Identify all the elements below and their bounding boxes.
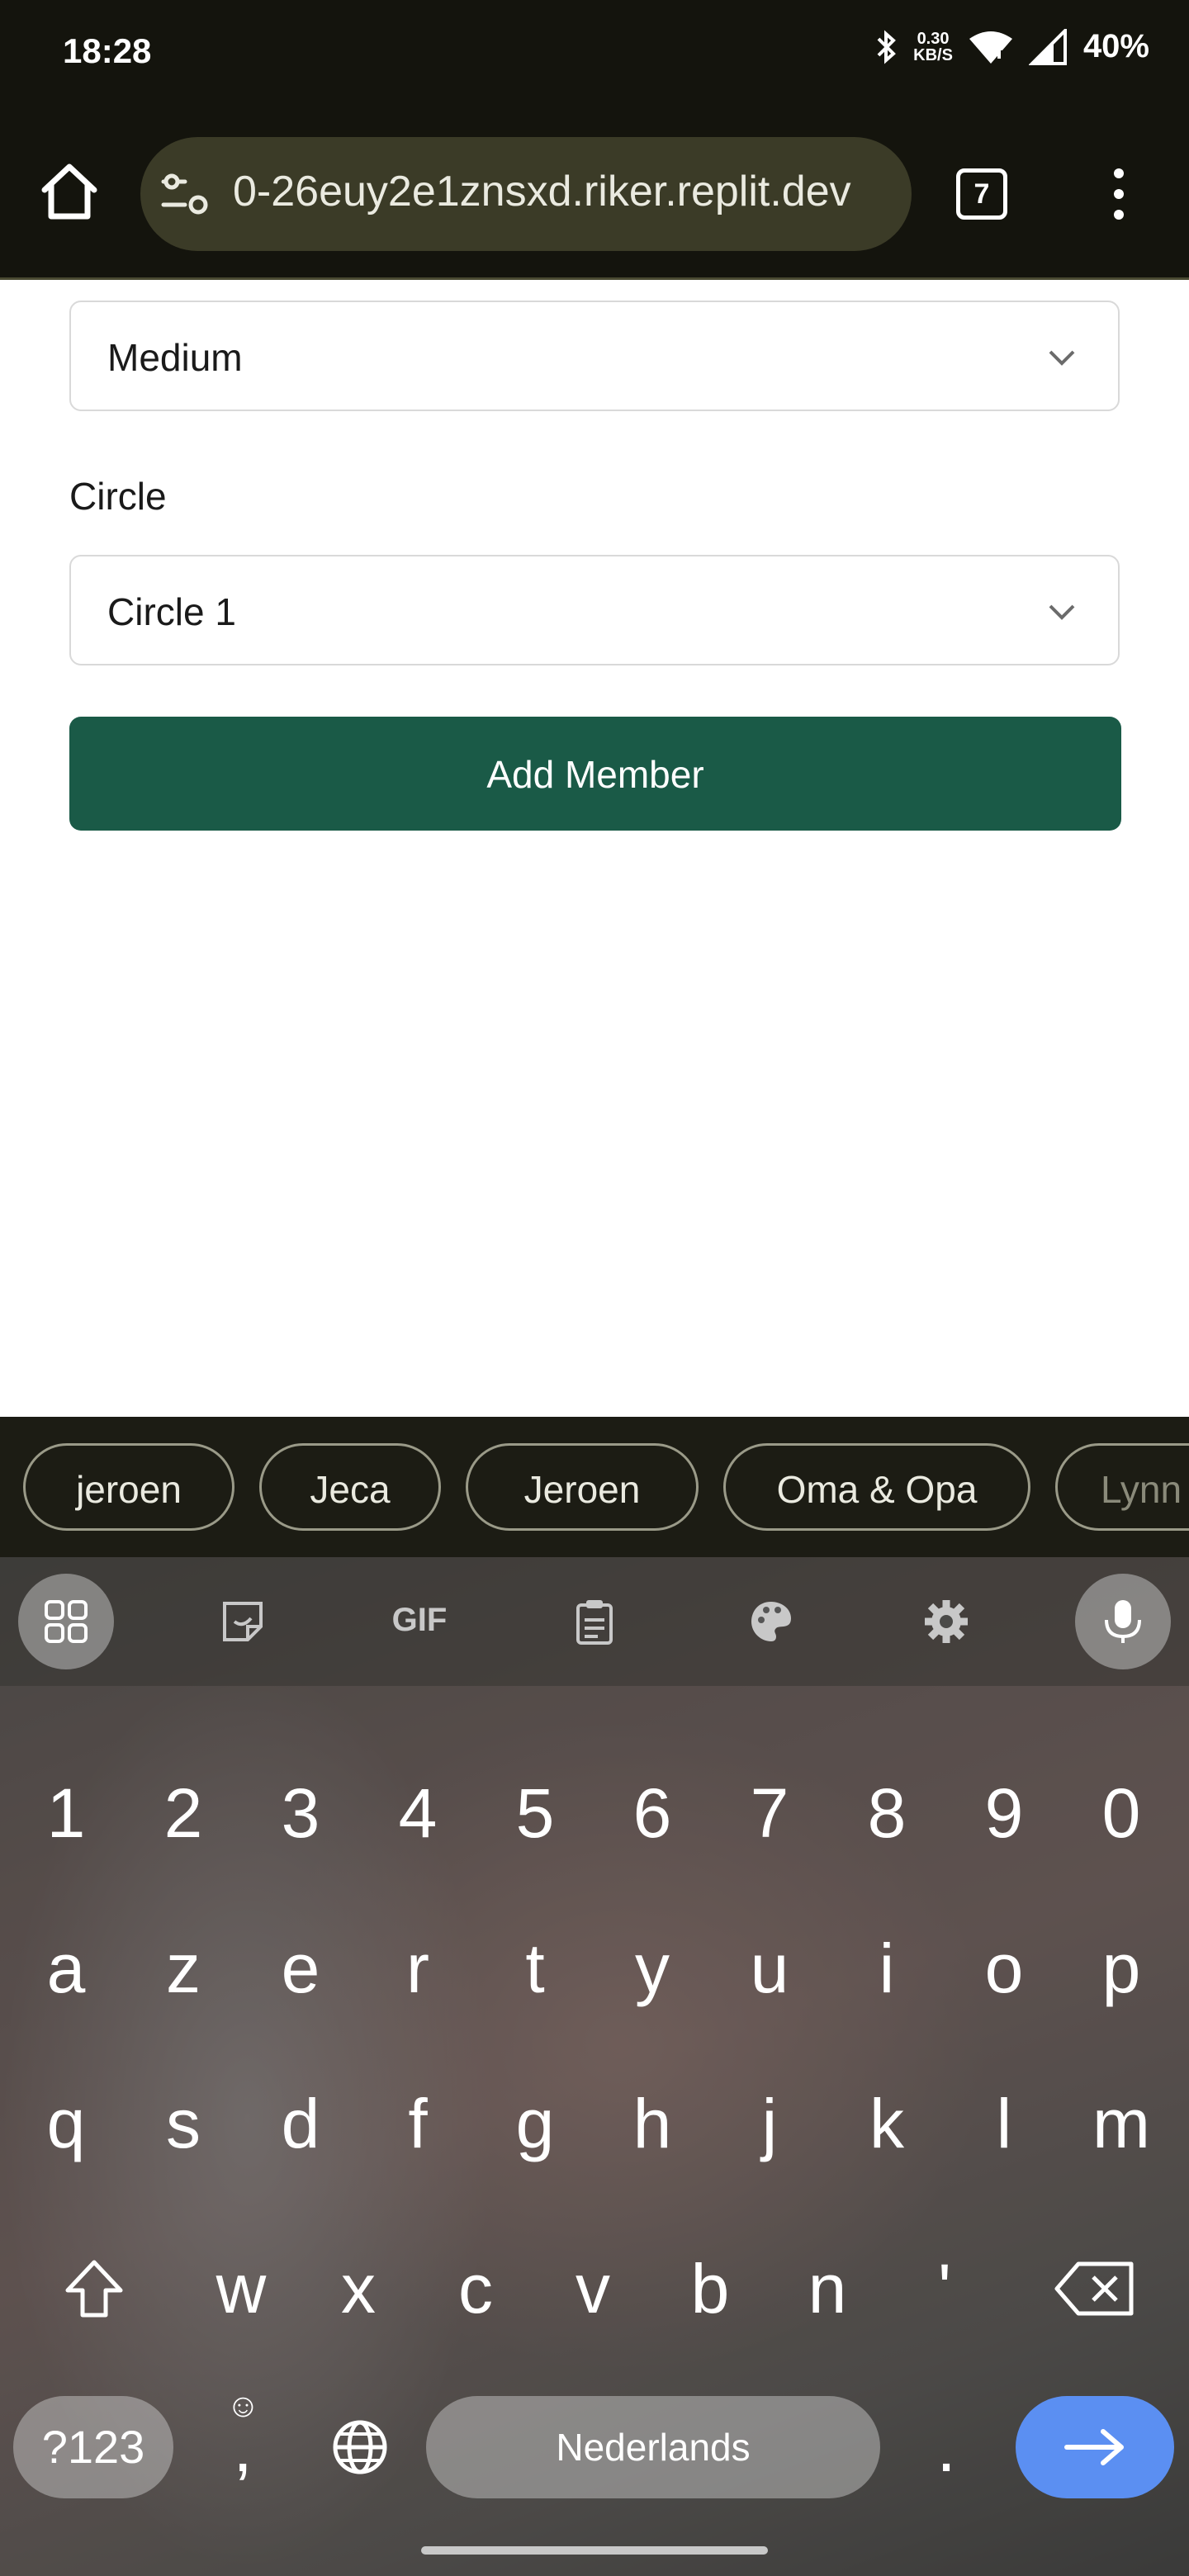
key-6[interactable]: 6 bbox=[594, 1747, 710, 1879]
key-j[interactable]: j bbox=[712, 2057, 827, 2190]
size-select[interactable]: Medium bbox=[69, 301, 1120, 411]
suggestion-strip: jeroen Jeca Jeroen Oma & Opa Lynn bbox=[0, 1417, 1189, 1557]
status-bar: 18:28 0.30 KB/S 40% bbox=[0, 0, 1189, 107]
gif-icon[interactable]: GIF bbox=[372, 1574, 467, 1669]
key-0[interactable]: 0 bbox=[1063, 1747, 1179, 1879]
suggestion-chip[interactable]: Lynn bbox=[1055, 1443, 1189, 1531]
period-key[interactable]: . bbox=[888, 2381, 1004, 2513]
tab-switcher-button[interactable]: 7 bbox=[956, 168, 1007, 220]
symbols-key[interactable]: ?123 bbox=[13, 2396, 173, 2498]
key-m[interactable]: m bbox=[1063, 2057, 1179, 2190]
apps-grid-icon[interactable] bbox=[18, 1574, 114, 1669]
settings-gear-icon[interactable] bbox=[898, 1574, 994, 1669]
size-select-value: Medium bbox=[107, 336, 243, 379]
site-settings-icon[interactable] bbox=[160, 168, 211, 220]
browser-toolbar: 0-26euy2e1znsxd.riker.replit.dev 7 bbox=[0, 107, 1189, 280]
status-icons: 0.30 KB/S 40% bbox=[874, 28, 1149, 65]
key-b[interactable]: b bbox=[652, 2223, 768, 2355]
battery-percentage: 40% bbox=[1082, 28, 1149, 64]
keyboard-toolbar: GIF bbox=[0, 1557, 1189, 1686]
clipboard-icon[interactable] bbox=[547, 1574, 642, 1669]
key-w[interactable]: w bbox=[183, 2223, 299, 2355]
on-screen-keyboard: jeroen Jeca Jeroen Oma & Opa Lynn GIF 1 bbox=[0, 1417, 1189, 2576]
circle-label: Circle bbox=[69, 475, 167, 518]
backspace-icon bbox=[1054, 2261, 1134, 2316]
key-e[interactable]: e bbox=[243, 1902, 358, 2034]
key-a[interactable]: a bbox=[8, 1902, 124, 2034]
suggestion-chip[interactable]: Jeroen bbox=[466, 1443, 699, 1531]
key-d[interactable]: d bbox=[243, 2057, 358, 2190]
circle-select[interactable]: Circle 1 bbox=[69, 555, 1120, 665]
shift-icon bbox=[65, 2260, 123, 2318]
key-o[interactable]: o bbox=[946, 1902, 1062, 2034]
arrow-right-icon bbox=[1064, 2429, 1124, 2465]
net-speed-value: 0.30 bbox=[917, 29, 950, 48]
status-time: 18:28 bbox=[63, 31, 152, 70]
key-c[interactable]: c bbox=[418, 2223, 533, 2355]
key-q[interactable]: q bbox=[8, 2057, 124, 2190]
wifi-icon bbox=[969, 31, 1012, 64]
url-text[interactable]: 0-26euy2e1znsxd.riker.replit.dev bbox=[233, 167, 902, 216]
home-icon[interactable] bbox=[36, 159, 102, 225]
key-2[interactable]: 2 bbox=[126, 1747, 241, 1879]
sticker-icon[interactable] bbox=[195, 1574, 291, 1669]
url-value: 0-26euy2e1znsxd.riker.replit.dev bbox=[233, 168, 851, 215]
key-l[interactable]: l bbox=[946, 2057, 1062, 2190]
key-3[interactable]: 3 bbox=[243, 1747, 358, 1879]
key-p[interactable]: p bbox=[1063, 1902, 1179, 2034]
emoji-icon: ☺ bbox=[226, 2388, 260, 2424]
key-h[interactable]: h bbox=[594, 2057, 710, 2190]
key-s[interactable]: s bbox=[126, 2057, 241, 2190]
key-g[interactable]: g bbox=[477, 2057, 593, 2190]
globe-icon bbox=[333, 2420, 387, 2474]
backspace-key[interactable] bbox=[1037, 2223, 1153, 2355]
chevron-down-icon bbox=[1049, 604, 1075, 620]
key-z[interactable]: z bbox=[126, 1902, 241, 2034]
key-4[interactable]: 4 bbox=[360, 1747, 476, 1879]
key-k[interactable]: k bbox=[829, 2057, 945, 2190]
suggestion-chip[interactable]: Oma & Opa bbox=[723, 1443, 1030, 1531]
key-v[interactable]: v bbox=[535, 2223, 651, 2355]
key-i[interactable]: i bbox=[829, 1902, 945, 2034]
microphone-icon[interactable] bbox=[1075, 1574, 1171, 1669]
language-switch-key[interactable] bbox=[302, 2381, 418, 2513]
key-9[interactable]: 9 bbox=[946, 1747, 1062, 1879]
key-1[interactable]: 1 bbox=[8, 1747, 124, 1879]
overflow-menu-icon[interactable] bbox=[1106, 165, 1131, 223]
key-f[interactable]: f bbox=[360, 2057, 476, 2190]
add-member-button[interactable]: Add Member bbox=[69, 717, 1121, 831]
key-5[interactable]: 5 bbox=[477, 1747, 593, 1879]
suggestion-chip[interactable]: jeroen bbox=[23, 1443, 234, 1531]
gesture-navigation-bar[interactable] bbox=[421, 2546, 768, 2555]
key-t[interactable]: t bbox=[477, 1902, 593, 2034]
key-x[interactable]: x bbox=[301, 2223, 416, 2355]
network-speed: 0.30 KB/S bbox=[913, 31, 953, 64]
key-8[interactable]: 8 bbox=[829, 1747, 945, 1879]
key-y[interactable]: y bbox=[594, 1902, 710, 2034]
comma-emoji-key[interactable]: ☺ , bbox=[185, 2381, 301, 2513]
key-apostrophe[interactable]: ' bbox=[887, 2223, 1002, 2355]
cell-signal-icon bbox=[1028, 28, 1067, 65]
bluetooth-icon bbox=[877, 30, 897, 64]
key-r[interactable]: r bbox=[360, 1902, 476, 2034]
gif-label: GIF bbox=[391, 1602, 448, 1638]
keys-area: 1 2 3 4 5 6 7 8 9 0 a z e r t y u i o p … bbox=[0, 1686, 1189, 2576]
enter-key[interactable] bbox=[1016, 2396, 1174, 2498]
chevron-down-icon bbox=[1049, 350, 1075, 366]
key-7[interactable]: 7 bbox=[712, 1747, 827, 1879]
space-bar[interactable]: Nederlands bbox=[426, 2396, 880, 2498]
key-n[interactable]: n bbox=[770, 2223, 885, 2355]
suggestion-chip[interactable]: Jeca bbox=[259, 1443, 441, 1531]
key-u[interactable]: u bbox=[712, 1902, 827, 2034]
circle-select-value: Circle 1 bbox=[107, 590, 236, 633]
palette-icon[interactable] bbox=[723, 1574, 819, 1669]
shift-key[interactable] bbox=[36, 2223, 152, 2355]
address-bar[interactable]: 0-26euy2e1znsxd.riker.replit.dev bbox=[140, 137, 912, 251]
net-speed-unit: KB/S bbox=[913, 45, 953, 64]
